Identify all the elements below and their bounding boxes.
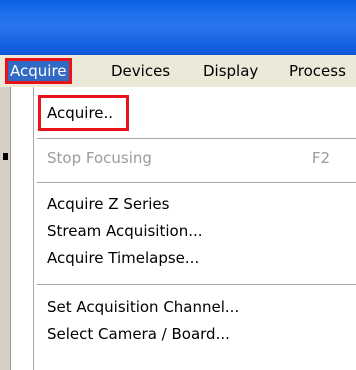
menu-separator	[37, 138, 356, 139]
menu-display[interactable]: Display	[198, 58, 263, 84]
menu-separator	[37, 182, 356, 183]
menu-item-set-acquisition-channel[interactable]: Set Acquisition Channel...	[47, 294, 239, 320]
menu-item-acquire-timelapse[interactable]: Acquire Timelapse...	[47, 245, 199, 271]
acquire-dropdown-menu: Acquire.. Stop Focusing F2 Acquire Z Ser…	[33, 87, 356, 370]
menu-item-stop-focusing[interactable]: Stop Focusing	[47, 145, 152, 171]
menu-devices[interactable]: Devices	[106, 58, 175, 84]
menu-acquire[interactable]: Acquire	[5, 58, 72, 84]
menu-item-stream-acquisition[interactable]: Stream Acquisition...	[47, 218, 203, 244]
panel-marker	[3, 153, 8, 160]
shortcut-stop-focusing: F2	[311, 149, 330, 167]
window-titlebar	[0, 0, 356, 55]
menu-process[interactable]: Process	[284, 58, 351, 84]
left-panel-strip	[0, 87, 11, 370]
menu-item-acquire[interactable]: Acquire..	[47, 100, 113, 126]
menu-item-acquire-label: Acquire.	[47, 104, 109, 122]
menu-separator	[37, 284, 356, 285]
menu-item-acquire-suffix: .	[108, 104, 114, 122]
menu-item-acquire-z-series[interactable]: Acquire Z Series	[47, 191, 169, 217]
menubar: Acquire Devices Display Process	[0, 55, 356, 87]
menu-item-select-camera-board[interactable]: Select Camera / Board...	[47, 321, 230, 347]
